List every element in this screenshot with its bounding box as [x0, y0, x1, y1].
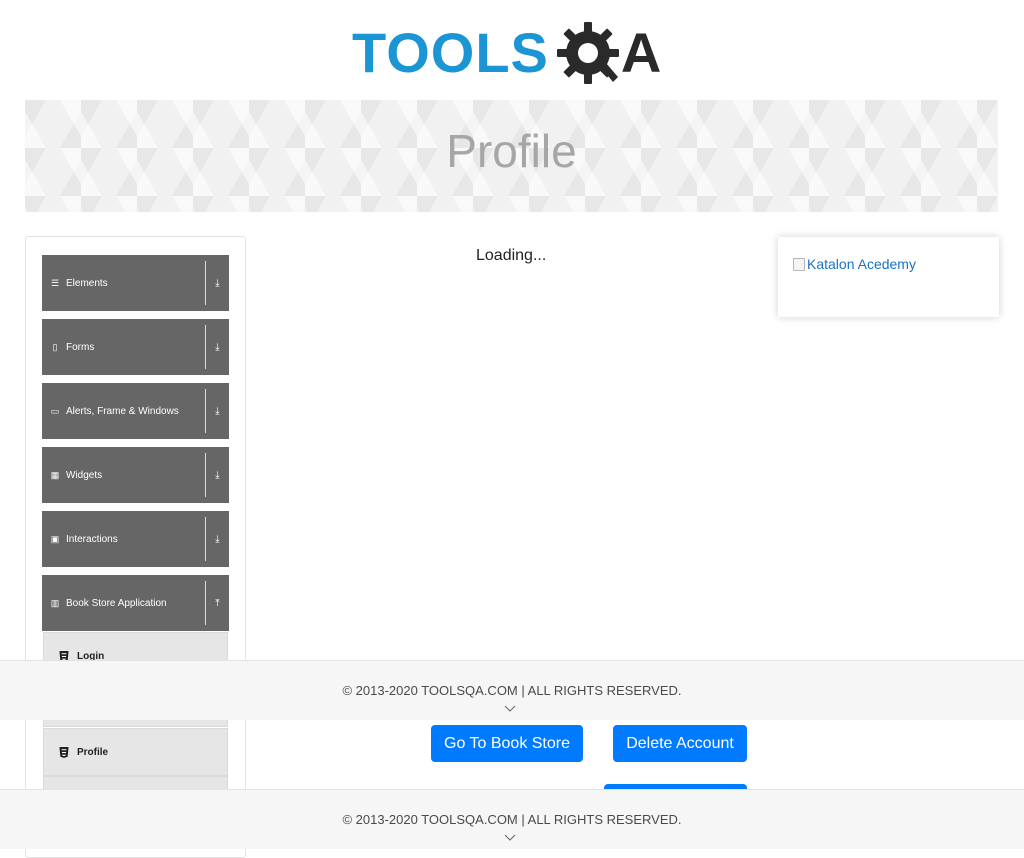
html5-icon — [59, 746, 69, 758]
footer: © 2013-2020 TOOLSQA.COM | ALL RIGHTS RES… — [0, 789, 1024, 849]
logo-tools-text: TOOLS — [352, 21, 549, 84]
sidebar-group-label: Forms — [66, 341, 95, 353]
sidebar-group-alerts[interactable]: ▭ Alerts, Frame & Windows ⤓ — [42, 383, 229, 439]
sidebar-group-forms[interactable]: ▯ Forms ⤓ — [42, 319, 229, 375]
list-icon: ☰ — [50, 277, 60, 288]
logo-a-text: A — [620, 21, 662, 84]
footer: © 2013-2020 TOOLSQA.COM | ALL RIGHTS RES… — [0, 660, 1024, 720]
books-icon: ▥ — [50, 597, 60, 608]
footer-copyright: © 2013-2020 TOOLSQA.COM | ALL RIGHTS RES… — [342, 812, 682, 827]
form-icon: ▯ — [52, 341, 58, 352]
sidebar-group-label: Widgets — [66, 469, 103, 481]
ad-link[interactable]: Katalon Acedemy — [793, 256, 916, 272]
sidebar-group-widgets[interactable]: ▦ Widgets ⤓ — [42, 447, 229, 503]
loading-text: Loading... — [476, 247, 547, 264]
toolsqa-logo[interactable]: TOOLS A — [352, 16, 661, 90]
sidebar-group-book-store[interactable]: ▥ Book Store Application ⤒ — [42, 575, 229, 631]
sidebar-group-label: Book Store Application — [66, 597, 167, 609]
broken-image-icon — [793, 257, 805, 271]
sidebar-group-label: Interactions — [66, 533, 118, 545]
grid-icon: ▦ — [50, 469, 60, 480]
chevron-down-icon[interactable] — [504, 834, 516, 842]
sidebar-item-profile[interactable]: Profile — [43, 728, 228, 776]
go-to-book-store-button[interactable]: Go To Book Store — [431, 725, 583, 762]
ad-banner[interactable]: Katalon Acedemy — [778, 237, 999, 317]
expand-arrow-icon[interactable]: ⤓ — [206, 406, 229, 417]
chevron-down-icon[interactable] — [504, 705, 516, 713]
collapse-arrow-icon[interactable]: ⤒ — [206, 598, 229, 609]
expand-arrow-icon[interactable]: ⤓ — [206, 534, 229, 545]
footer-copyright: © 2013-2020 TOOLSQA.COM | ALL RIGHTS RES… — [342, 683, 682, 698]
delete-account-button[interactable]: Delete Account — [613, 725, 747, 762]
sidebar-group-interactions[interactable]: ▣ Interactions ⤓ — [42, 511, 229, 567]
sidebar-group-label: Elements — [66, 277, 108, 289]
expand-arrow-icon[interactable]: ⤓ — [206, 342, 229, 353]
expand-arrow-icon[interactable]: ⤓ — [206, 470, 229, 481]
logo-qa-mark: A — [555, 20, 661, 86]
ad-alt-text: Katalon Acedemy — [807, 256, 916, 272]
window-icon: ▭ — [50, 405, 60, 416]
expand-arrow-icon[interactable]: ⤓ — [206, 278, 229, 289]
interaction-icon: ▣ — [50, 533, 60, 544]
page-title: Profile — [446, 125, 577, 177]
sidebar: ☰ Elements ⤓ ▯ Forms ⤓ ▭ Alerts, Frame &… — [25, 236, 246, 858]
gear-q-icon — [556, 22, 619, 84]
sidebar-group-label: Alerts, Frame & Windows — [66, 405, 179, 417]
page-banner: Profile — [25, 100, 998, 212]
sidebar-group-elements[interactable]: ☰ Elements ⤓ — [42, 255, 229, 311]
sidebar-item-label: Profile — [77, 746, 109, 758]
